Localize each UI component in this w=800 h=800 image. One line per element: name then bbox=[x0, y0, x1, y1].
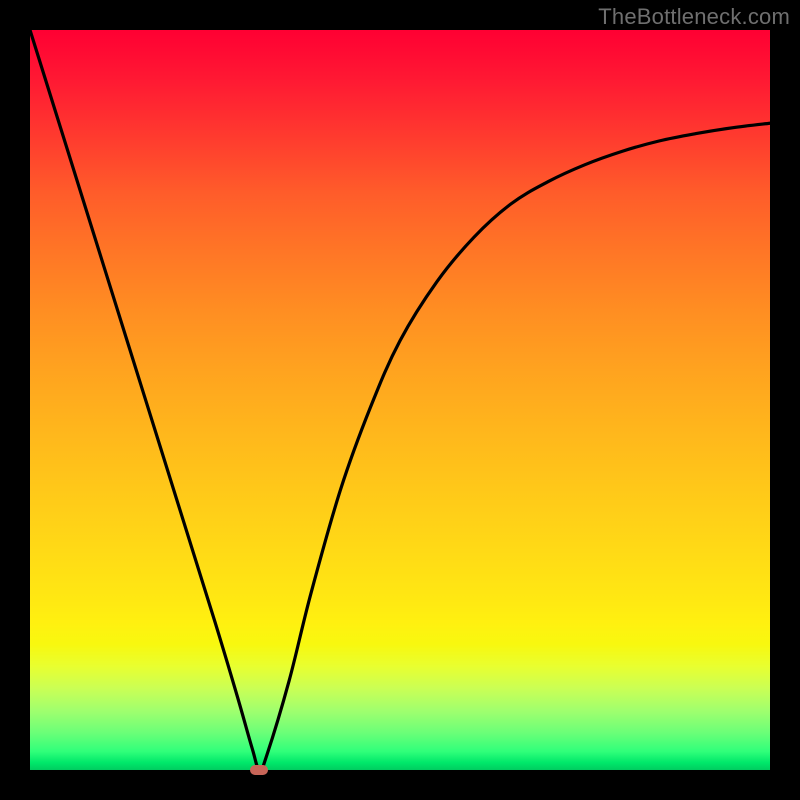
bottleneck-curve bbox=[30, 30, 770, 770]
chart-frame: TheBottleneck.com bbox=[0, 0, 800, 800]
curve-path bbox=[30, 30, 770, 770]
plot-area bbox=[30, 30, 770, 770]
watermark-text: TheBottleneck.com bbox=[598, 4, 790, 30]
minimum-marker bbox=[250, 765, 268, 775]
